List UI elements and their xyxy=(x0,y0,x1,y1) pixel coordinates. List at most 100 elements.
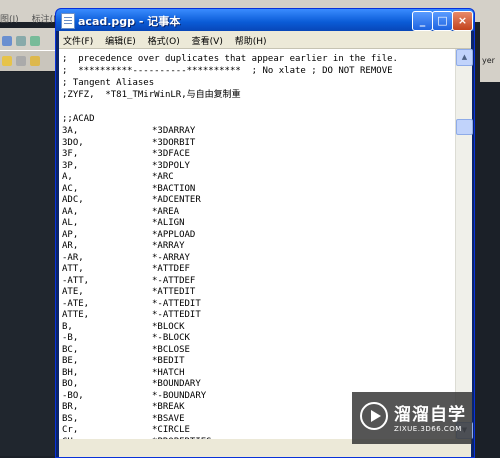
alias-row: -ATT, *-ATTDEF xyxy=(62,275,195,287)
alias-command: *-BOUNDARY xyxy=(152,390,207,401)
vertical-scrollbar[interactable]: ▲ ▼ xyxy=(455,49,473,439)
alias-command: *HATCH xyxy=(152,367,185,378)
alias-name: 3F, xyxy=(62,149,79,159)
alias-command: *-ATTEDIT xyxy=(152,298,201,309)
alias-command: *BCLOSE xyxy=(152,344,190,355)
alias-command: *-ARRAY xyxy=(152,252,190,263)
alias-row: ATE, *ATTEDIT xyxy=(62,286,195,298)
alias-name: BO, xyxy=(62,379,79,389)
alias-name: AC, xyxy=(62,183,79,194)
editor-line: ; Tangent Aliases xyxy=(62,78,155,88)
sun-icon[interactable] xyxy=(30,56,40,66)
alias-command: *ATTEDIT xyxy=(152,287,196,297)
alias-command: *ARRAY xyxy=(152,241,185,251)
alias-name: 3A, xyxy=(62,126,79,136)
alias-row: 3P, *3DPOLY xyxy=(62,160,190,172)
menu-file[interactable]: 文件(F) xyxy=(63,34,93,47)
alias-command: *BSAVE xyxy=(152,413,185,424)
alias-command: *ALIGN xyxy=(152,218,185,228)
alias-name: Cr, xyxy=(62,425,79,435)
alias-command: *-BLOCK xyxy=(152,333,190,343)
watermark: 溜溜自学 ZIXUE.3D66.COM xyxy=(352,392,472,444)
maximize-button[interactable]: □ xyxy=(432,11,453,31)
alias-command: *BLOCK xyxy=(152,321,185,332)
editor-line: ;ZYFZ, *T81_TMirWinLR,与自由复制重 xyxy=(62,90,241,100)
alias-name: BH, xyxy=(62,367,79,378)
alias-row: AL, *ALIGN xyxy=(62,217,185,229)
alias-command: *AREA xyxy=(152,206,180,217)
autocad-menu-item[interactable]: 图(I) xyxy=(0,15,19,25)
alias-row: BO, *BOUNDARY xyxy=(62,378,201,390)
menu-edit[interactable]: 编辑(E) xyxy=(105,34,136,47)
alias-name: AL, xyxy=(62,218,79,228)
menu-view[interactable]: 查看(V) xyxy=(192,34,223,47)
alias-command: *3DORBIT xyxy=(152,137,196,148)
alias-command: *3DFACE xyxy=(152,149,190,159)
alias-name: 3P, xyxy=(62,160,79,171)
alias-row: ADC, *ADCENTER xyxy=(62,194,201,206)
pan-icon[interactable] xyxy=(30,36,40,46)
alias-command: *-ATTDEF xyxy=(152,275,196,286)
layer-label: yer xyxy=(482,56,495,65)
alias-row: BS, *BSAVE xyxy=(62,413,185,425)
play-logo-icon xyxy=(360,402,388,430)
alias-name: BS, xyxy=(62,413,79,424)
editor-line: ; **********----------********** ; No xl… xyxy=(62,66,393,76)
alias-row: Cr, *CIRCLE xyxy=(62,424,190,436)
menu-format[interactable]: 格式(O) xyxy=(148,34,180,47)
alias-row: ATTE, *-ATTEDIT xyxy=(62,309,201,321)
alias-name: -B, xyxy=(62,333,79,343)
alias-command: *ADCENTER xyxy=(152,195,201,205)
alias-command: *3DPOLY xyxy=(152,160,190,171)
alias-command: *ATTDEF xyxy=(152,264,190,274)
lightbulb-icon[interactable] xyxy=(2,56,12,66)
scroll-up-icon[interactable]: ▲ xyxy=(456,49,473,66)
alias-name: ATT, xyxy=(62,264,84,274)
scroll-thumb[interactable] xyxy=(456,119,473,135)
alias-command: *BACTION xyxy=(152,183,196,194)
alias-name: BC, xyxy=(62,344,79,355)
editor-line: ; precedence over duplicates that appear… xyxy=(62,54,398,64)
alias-command: *CIRCLE xyxy=(152,425,190,435)
alias-name: 3DO, xyxy=(62,137,84,148)
layer-icon[interactable] xyxy=(16,56,26,66)
alias-name: -BO, xyxy=(62,390,84,401)
alias-command: *-ATTEDIT xyxy=(152,310,201,320)
alias-name: AA, xyxy=(62,206,79,217)
alias-row: -AR, *-ARRAY xyxy=(62,252,190,264)
close-button[interactable]: × xyxy=(452,11,473,31)
alias-row: AR, *ARRAY xyxy=(62,240,185,252)
alias-name: AP, xyxy=(62,229,79,240)
window-title: acad.pgp - 记事本 xyxy=(78,15,181,28)
alias-row: BC, *BCLOSE xyxy=(62,344,190,356)
alias-name: B, xyxy=(62,321,73,332)
alias-name: A, xyxy=(62,172,73,182)
menu-help[interactable]: 帮助(H) xyxy=(235,34,267,47)
alias-command: *3DARRAY xyxy=(152,126,196,136)
alias-row: BE, *BEDIT xyxy=(62,355,185,367)
alias-row: ATT, *ATTDEF xyxy=(62,263,190,275)
title-bar[interactable]: acad.pgp - 记事本 _ □ × xyxy=(56,9,474,31)
notepad-window: acad.pgp - 记事本 _ □ × 文件(F) 编辑(E) 格式(O) 查… xyxy=(55,8,475,458)
zoom-icon[interactable] xyxy=(16,36,26,46)
alias-name: ATTE, xyxy=(62,310,90,320)
alias-command: *BEDIT xyxy=(152,356,185,366)
alias-row: -B, *-BLOCK xyxy=(62,332,190,344)
menu-bar: 文件(F) 编辑(E) 格式(O) 查看(V) 帮助(H) xyxy=(59,31,471,49)
minimize-button[interactable]: _ xyxy=(412,11,433,31)
alias-name: ADC, xyxy=(62,195,84,205)
alias-name: ATE, xyxy=(62,287,84,297)
alias-name: -AR, xyxy=(62,252,84,263)
alias-row: BH, *HATCH xyxy=(62,367,185,379)
alias-row: -ATE, *-ATTEDIT xyxy=(62,298,201,310)
alias-name: BR, xyxy=(62,402,79,412)
alias-command: *BOUNDARY xyxy=(152,379,201,389)
alias-command: *BREAK xyxy=(152,402,185,412)
watermark-url: ZIXUE.3D66.COM xyxy=(394,425,462,433)
tool-icon[interactable] xyxy=(2,36,12,46)
alias-row: -BO, *-BOUNDARY xyxy=(62,390,206,402)
text-editor[interactable]: ; precedence over duplicates that appear… xyxy=(59,49,455,439)
autocad-drawing-area[interactable] xyxy=(0,72,60,456)
alias-name: -ATE, xyxy=(62,298,90,309)
alias-row: 3A, *3DARRAY xyxy=(62,125,195,137)
